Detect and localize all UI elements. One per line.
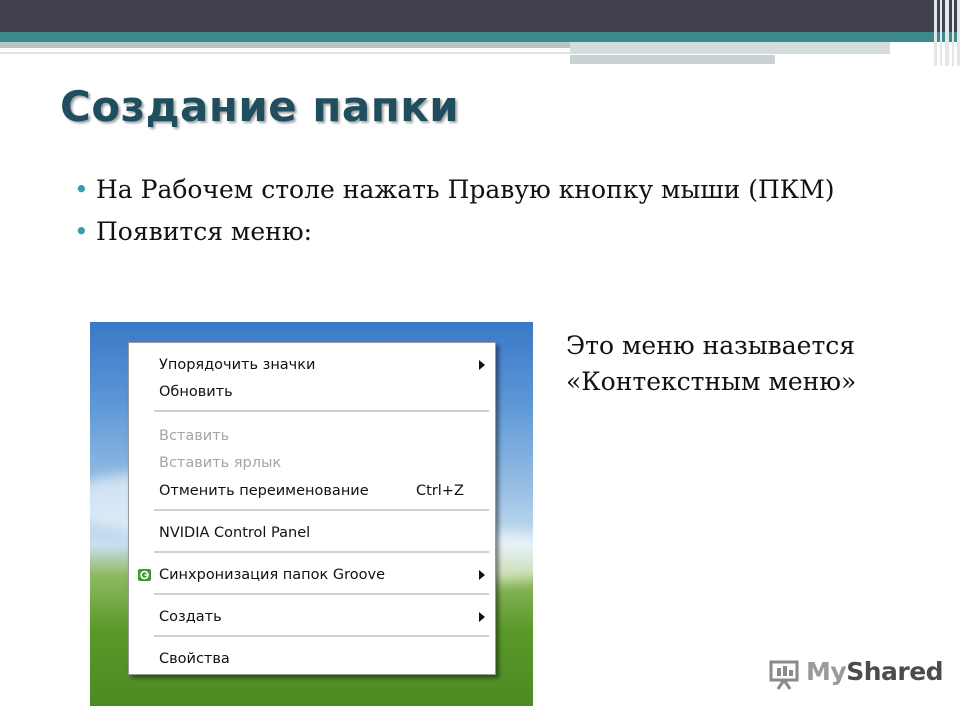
logo-text: MyShared xyxy=(806,657,944,686)
menu-item-groove-sync[interactable]: Синхронизация папок Groove xyxy=(129,562,495,588)
menu-item-label: Свойства xyxy=(159,651,230,667)
bullet-list: • На Рабочем столе нажать Правую кнопку м… xyxy=(72,172,862,256)
header-bar-gray-right-lower xyxy=(570,55,775,64)
bullet-item: • На Рабочем столе нажать Правую кнопку м… xyxy=(72,172,862,208)
menu-item-label: Синхронизация папок Groove xyxy=(159,567,386,583)
header-bar-gray-left xyxy=(0,42,570,48)
submenu-arrow-icon xyxy=(479,612,485,622)
menu-item-label: Вставить ярлык xyxy=(159,455,282,471)
submenu-arrow-icon xyxy=(479,360,485,370)
menu-item-label: Отменить переименование xyxy=(159,483,369,499)
menu-item-label: Создать xyxy=(159,609,222,625)
bullet-item: • Появится меню: xyxy=(72,214,862,250)
context-menu: Упорядочить значки Обновить Вставить Вст… xyxy=(128,342,496,675)
menu-item-label: Вставить xyxy=(159,428,230,444)
menu-item-properties[interactable]: Свойства xyxy=(129,646,495,672)
bullet-text: На Рабочем столе нажать Правую кнопку мы… xyxy=(96,175,835,204)
slide-title: Создание папки xyxy=(60,82,460,131)
menu-item-shortcut: Ctrl+Z xyxy=(416,483,464,499)
presentation-board-icon xyxy=(769,660,799,690)
menu-item-arrange-icons[interactable]: Упорядочить значки xyxy=(129,352,495,378)
bullet-text: Появится меню: xyxy=(96,217,313,246)
caption-text: Это меню называется «Контекстным меню» xyxy=(566,331,857,396)
header-bar-dark xyxy=(0,0,960,32)
myshared-logo: MyShared xyxy=(766,655,944,695)
groove-icon xyxy=(138,569,151,581)
menu-item-undo-rename[interactable]: Отменить переименование Ctrl+Z xyxy=(129,478,495,504)
menu-item-refresh[interactable]: Обновить xyxy=(129,379,495,405)
menu-item-nvidia-control-panel[interactable]: NVIDIA Control Panel xyxy=(129,520,495,546)
menu-item-paste[interactable]: Вставить xyxy=(129,423,495,449)
menu-separator xyxy=(154,410,489,412)
bullet-dot-icon: • xyxy=(74,175,89,204)
bullet-dot-icon: • xyxy=(74,217,89,246)
menu-item-label: Обновить xyxy=(159,384,233,400)
menu-item-label: Упорядочить значки xyxy=(159,357,316,373)
header-bar-teal xyxy=(0,32,960,42)
header-vertical-stripes xyxy=(932,0,960,66)
menu-separator xyxy=(154,635,489,637)
menu-separator xyxy=(154,593,489,595)
menu-separator xyxy=(154,551,489,553)
submenu-arrow-icon xyxy=(479,570,485,580)
menu-separator xyxy=(154,509,489,511)
header-bar-gray-right xyxy=(570,42,890,54)
menu-item-new[interactable]: Создать xyxy=(129,604,495,630)
desktop-screenshot: Упорядочить значки Обновить Вставить Вст… xyxy=(90,322,533,706)
menu-item-label: NVIDIA Control Panel xyxy=(159,525,311,541)
menu-item-paste-shortcut[interactable]: Вставить ярлык xyxy=(129,450,495,476)
